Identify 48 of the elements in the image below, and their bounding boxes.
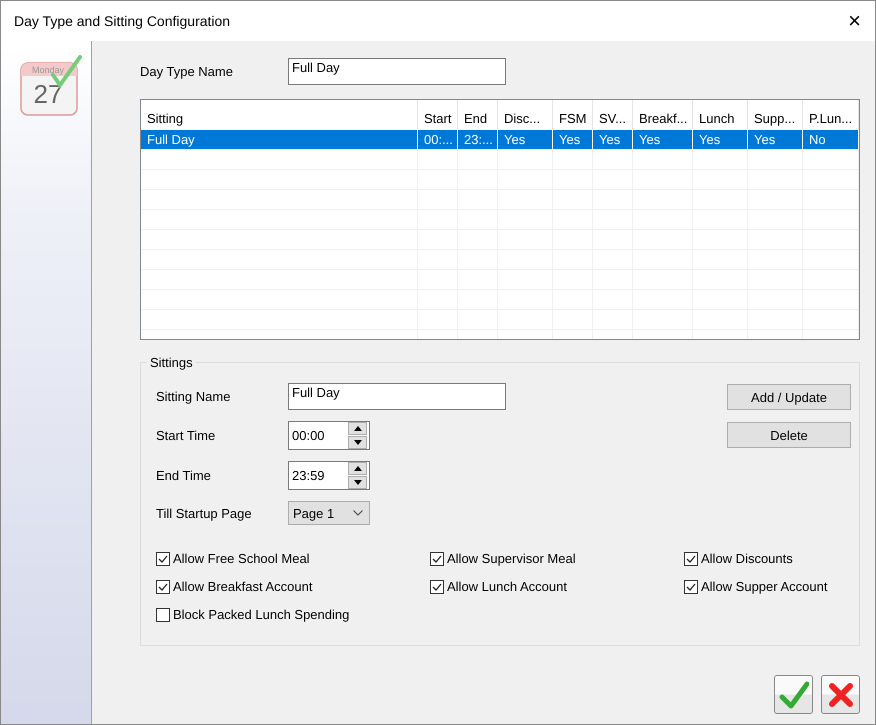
checkbox-label: Allow Supervisor Meal: [447, 551, 576, 566]
table-cell[interactable]: Yes: [748, 130, 803, 150]
time-label: Start Time: [156, 428, 216, 443]
checkbox-label: Block Packed Lunch Spending: [173, 607, 350, 622]
group-title: Sittings: [147, 355, 196, 370]
table-cell[interactable]: Yes: [693, 130, 748, 150]
table-cell[interactable]: Yes: [498, 130, 553, 150]
sitting-name-field[interactable]: Full Day: [288, 383, 506, 410]
checkbox-label: Allow Breakfast Account: [173, 579, 312, 594]
action-button[interactable]: Add / Update: [727, 384, 851, 410]
time-spinner[interactable]: 23:59: [288, 461, 370, 490]
checkbox[interactable]: [156, 580, 170, 594]
checkmark-icon: [778, 680, 808, 708]
table-cell[interactable]: No: [803, 130, 859, 150]
down-arrow-icon[interactable]: [354, 440, 362, 445]
table-cell[interactable]: Full Day: [141, 130, 418, 150]
checkbox[interactable]: [430, 580, 444, 594]
page-dropdown[interactable]: Page 1: [288, 501, 370, 525]
up-arrow-icon[interactable]: [354, 466, 362, 471]
cancel-button[interactable]: [821, 675, 860, 714]
table-cell[interactable]: Yes: [553, 130, 593, 150]
day-type-name-field[interactable]: Full Day: [288, 58, 506, 85]
chevron-down-icon: [353, 510, 363, 516]
time-spinner[interactable]: 00:00: [288, 421, 370, 450]
checkbox-label: Allow Supper Account: [701, 579, 828, 594]
day-type-name-label: Day Type Name: [140, 64, 234, 79]
table-cell[interactable]: Yes: [633, 130, 693, 150]
up-arrow-icon[interactable]: [354, 426, 362, 431]
down-arrow-icon[interactable]: [354, 480, 362, 485]
checkbox[interactable]: [156, 552, 170, 566]
checkbox-label: Allow Discounts: [701, 551, 793, 566]
sitting-name-label: Sitting Name: [156, 389, 232, 404]
checkbox[interactable]: [684, 552, 698, 566]
checkbox[interactable]: [684, 580, 698, 594]
table-cell[interactable]: Yes: [593, 130, 633, 150]
till-startup-page-label: Till Startup Page: [156, 506, 253, 520]
cross-icon: [828, 682, 854, 708]
action-button[interactable]: Delete: [727, 422, 851, 448]
checkbox[interactable]: [156, 608, 170, 622]
checkbox-label: Allow Free School Meal: [173, 551, 310, 566]
table-cell[interactable]: 23:...: [458, 130, 498, 150]
close-button[interactable]: ×: [846, 10, 863, 32]
table-cell[interactable]: 00:...: [418, 130, 458, 150]
ok-button[interactable]: [774, 675, 813, 714]
time-label: End Time: [156, 468, 212, 483]
checkbox-label: Allow Lunch Account: [447, 579, 567, 594]
checkbox[interactable]: [430, 552, 444, 566]
window-title: Day Type and Sitting Configuration: [14, 13, 230, 29]
